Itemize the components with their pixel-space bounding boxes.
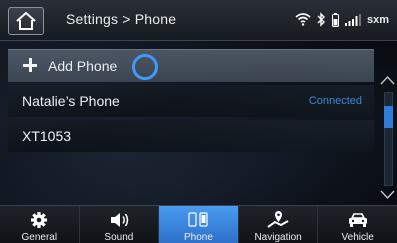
touch-indicator <box>132 54 158 80</box>
sxm-label: sxm <box>366 13 389 26</box>
tab-label: General <box>21 232 58 243</box>
phone-battery-icon <box>331 12 339 27</box>
tab-navigation[interactable]: Navigation <box>239 206 319 243</box>
device-name: Natalie’s Phone <box>22 93 120 109</box>
device-name: XT1053 <box>22 128 72 144</box>
tab-vehicle[interactable]: Vehicle <box>318 206 397 243</box>
car-icon <box>348 213 367 227</box>
header-bar: Settings > Phone sxm <box>0 0 397 41</box>
tab-phone[interactable]: Phone <box>159 206 239 243</box>
tab-label: Sound <box>104 232 134 243</box>
breadcrumb: Settings > Phone <box>66 11 177 27</box>
gear-icon <box>31 212 48 228</box>
tab-label: Phone <box>184 232 213 243</box>
tab-general[interactable]: General <box>0 206 80 243</box>
status-icons: sxm <box>295 12 389 27</box>
home-button[interactable] <box>8 7 44 35</box>
add-phone-button[interactable]: Add Phone <box>8 49 374 82</box>
tab-sound[interactable]: Sound <box>80 206 160 243</box>
tab-label: Vehicle <box>341 232 374 243</box>
phone-icon <box>188 212 209 227</box>
speaker-icon <box>110 213 129 227</box>
signal-bars-icon <box>344 13 361 26</box>
connection-status: Connected <box>308 95 362 107</box>
wifi-icon <box>295 13 311 26</box>
bottom-nav: General Sound Phone Navigation Vehicle <box>0 205 397 243</box>
chevron-down-icon[interactable] <box>380 189 395 201</box>
add-phone-label: Add Phone <box>48 58 118 74</box>
list-item-natalies-phone[interactable]: Natalie’s Phone Connected <box>8 85 374 117</box>
bluetooth-icon <box>317 12 325 27</box>
map-pin-icon <box>267 211 289 228</box>
scroll-thumb[interactable] <box>384 106 393 128</box>
home-icon <box>16 12 36 30</box>
phone-settings-screen: Settings > Phone sxm Add Phone Natalie’s… <box>0 0 397 243</box>
plus-icon <box>22 57 38 73</box>
list-item-xt1053[interactable]: XT1053 <box>8 120 374 152</box>
chevron-up-icon[interactable] <box>380 74 395 86</box>
scrollbar[interactable] <box>380 74 395 201</box>
tab-label: Navigation <box>254 232 302 243</box>
phone-list: Add Phone Natalie’s Phone Connected XT10… <box>8 49 374 155</box>
